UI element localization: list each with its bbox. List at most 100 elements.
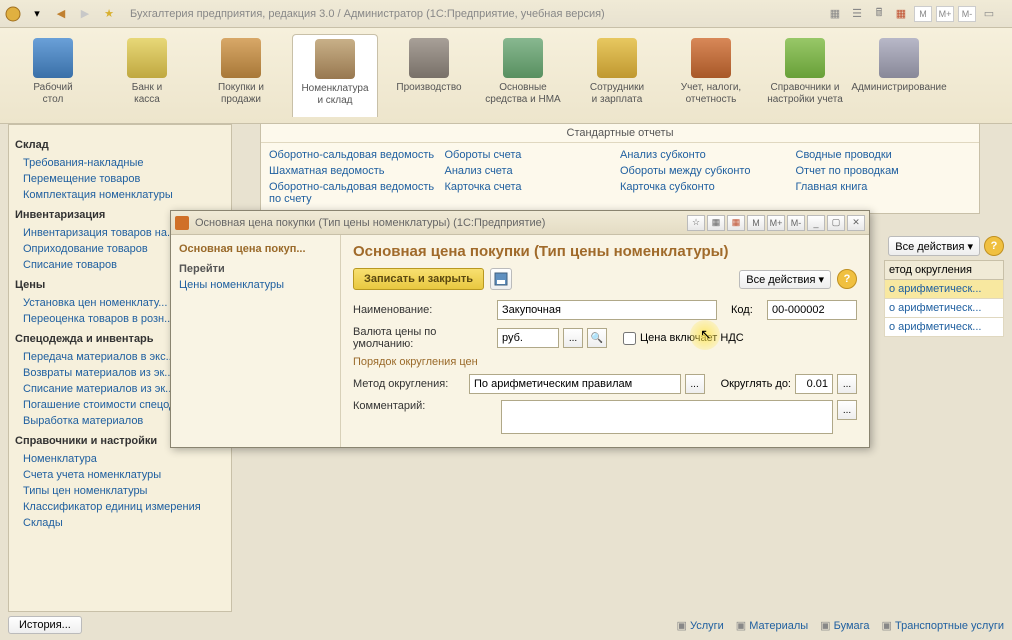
ribbon-refs[interactable]: Справочники и настройки учета	[762, 34, 848, 117]
ribbon-nomenclature[interactable]: Номенклатура и склад	[292, 34, 378, 117]
app-toolbar: ▾ ◀ ▶ ★ Бухгалтерия предприятия, редакци…	[0, 0, 1012, 28]
method-input[interactable]	[469, 374, 681, 394]
help-icon[interactable]: ?	[984, 236, 1004, 256]
maximize-button[interactable]: ▢	[827, 215, 845, 231]
sidebar-link[interactable]: Перемещение товаров	[15, 171, 225, 187]
ribbon-assets[interactable]: Основные средства и НМА	[480, 34, 566, 117]
ribbon-production[interactable]: Производство	[386, 34, 472, 117]
memory-m[interactable]: M	[914, 6, 932, 22]
select-button[interactable]: ...	[685, 374, 705, 394]
comment-input[interactable]	[501, 400, 833, 434]
select-button[interactable]: ...	[837, 374, 857, 394]
sidebar-link[interactable]: Комплектация номенклатуры	[15, 187, 225, 203]
list-icon[interactable]: ☰	[848, 5, 866, 23]
form-title: Основная цена покупки (Тип цены номенкла…	[353, 243, 857, 260]
search-icon[interactable]: 🔍	[587, 328, 607, 348]
status-item[interactable]: Материалы	[736, 619, 808, 632]
round-to-input[interactable]	[795, 374, 833, 394]
list-row[interactable]: о арифметическ...	[884, 280, 1004, 299]
report-link[interactable]: Оборотно-сальдовая ведомость	[269, 147, 445, 163]
list-panel: Все действия ▾ ? етод округления о арифм…	[884, 236, 1004, 337]
close-button[interactable]: ✕	[847, 215, 865, 231]
sidebar-link[interactable]: Типы цен номенклатуры	[15, 483, 225, 499]
memory-mminus[interactable]: M-	[958, 6, 976, 22]
all-actions-button[interactable]: Все действия ▾	[888, 236, 980, 256]
help-icon[interactable]: ?	[837, 269, 857, 289]
report-link[interactable]: Карточка счета	[445, 179, 621, 195]
dialog-titlebar[interactable]: Основная цена покупки (Тип цены номенкла…	[171, 211, 869, 235]
sidebar-link[interactable]: Требования-накладные	[15, 155, 225, 171]
report-link[interactable]: Главная книга	[796, 179, 972, 195]
status-item[interactable]: Транспортные услуги	[882, 619, 1004, 632]
report-link[interactable]: Обороты счета	[445, 147, 621, 163]
report-link[interactable]: Отчет по проводкам	[796, 163, 972, 179]
select-button[interactable]: ...	[837, 400, 857, 420]
ribbon-bank[interactable]: Банк и касса	[104, 34, 190, 117]
grid-icon[interactable]: ▦	[826, 5, 844, 23]
memory-m[interactable]: M	[747, 215, 765, 231]
status-item[interactable]: Услуги	[677, 619, 724, 632]
nav-back-icon[interactable]: ◀	[52, 5, 70, 23]
nav-fwd-icon[interactable]: ▶	[76, 5, 94, 23]
report-link[interactable]: Обороты между субконто	[620, 163, 796, 179]
label-method: Метод округления:	[353, 378, 465, 390]
report-link[interactable]: Шахматная ведомость	[269, 163, 445, 179]
label-code: Код:	[731, 304, 763, 316]
minimize-icon[interactable]: ▭	[980, 5, 998, 23]
ribbon-staff[interactable]: Сотрудники и зарплата	[574, 34, 660, 117]
report-link[interactable]: Оборотно-сальдовая ведомость по счету	[269, 179, 445, 207]
sidebar-link[interactable]: Классификатор единиц измерения	[15, 499, 225, 515]
dialog-nav-title[interactable]: Основная цена покуп...	[179, 243, 332, 255]
name-input[interactable]	[497, 300, 717, 320]
memory-mplus[interactable]: M+	[767, 215, 785, 231]
memory-mminus[interactable]: M-	[787, 215, 805, 231]
minimize-button[interactable]: _	[807, 215, 825, 231]
currency-input[interactable]	[497, 328, 559, 348]
all-actions-button[interactable]: Все действия ▾	[739, 270, 831, 289]
sidebar-link[interactable]: Номенклатура	[15, 451, 225, 467]
history-button[interactable]: История...	[8, 616, 82, 634]
list-header: етод округления	[884, 260, 1004, 280]
dialog-title: Основная цена покупки (Тип цены номенкла…	[195, 217, 681, 229]
ribbon-sales[interactable]: Покупки и продажи	[198, 34, 284, 117]
status-item[interactable]: Бумага	[820, 619, 869, 632]
vat-checkbox[interactable]	[623, 332, 636, 345]
pin-icon[interactable]: ☆	[687, 215, 705, 231]
report-link[interactable]: Анализ счета	[445, 163, 621, 179]
label-vat: Цена включает НДС	[640, 332, 744, 344]
sidebar-link[interactable]: Склады	[15, 515, 225, 531]
reports-title: Стандартные отчеты	[261, 124, 979, 143]
statusbar: История... Услуги Материалы Бумага Транс…	[8, 614, 1004, 636]
reports-panel: Стандартные отчеты Оборотно-сальдовая ве…	[260, 123, 980, 214]
save-close-button[interactable]: Записать и закрыть	[353, 268, 484, 290]
label-currency: Валюта цены по умолчанию:	[353, 326, 493, 350]
list-row[interactable]: о арифметическ...	[884, 299, 1004, 318]
calendar-icon[interactable]: ▦	[727, 215, 745, 231]
app-logo-icon	[4, 5, 22, 23]
calendar-icon[interactable]: ▦	[892, 5, 910, 23]
report-link[interactable]: Сводные проводки	[796, 147, 972, 163]
label-comment: Комментарий:	[353, 400, 465, 412]
report-link[interactable]: Анализ субконто	[620, 147, 796, 163]
ribbon-desktop[interactable]: Рабочий стол	[10, 34, 96, 117]
save-icon[interactable]	[490, 268, 512, 290]
report-link[interactable]: Карточка субконто	[620, 179, 796, 195]
sidebar-link[interactable]: Счета учета номенклатуры	[15, 467, 225, 483]
dialog-nav-goto: Перейти	[179, 263, 332, 275]
code-input[interactable]	[767, 300, 857, 320]
label-round-to: Округлять до:	[721, 378, 791, 390]
ribbon: Рабочий стол Банк и касса Покупки и прод…	[0, 28, 1012, 124]
ribbon-tax[interactable]: Учет, налоги, отчетность	[668, 34, 754, 117]
ribbon-admin[interactable]: Администрирование	[856, 34, 942, 117]
app-title: Бухгалтерия предприятия, редакция 3.0 / …	[130, 8, 605, 20]
calc-icon[interactable]: 🖩	[870, 5, 888, 23]
dropdown-icon[interactable]: ▾	[28, 5, 46, 23]
memory-mplus[interactable]: M+	[936, 6, 954, 22]
list-row[interactable]: о арифметическ...	[884, 318, 1004, 337]
dialog-nav-link[interactable]: Цены номенклатуры	[179, 279, 332, 291]
select-button[interactable]: ...	[563, 328, 583, 348]
grid-icon[interactable]: ▦	[707, 215, 725, 231]
dialog-app-icon	[175, 216, 189, 230]
sidebar-group-warehouse: Склад	[15, 139, 225, 151]
favorite-icon[interactable]: ★	[100, 5, 118, 23]
